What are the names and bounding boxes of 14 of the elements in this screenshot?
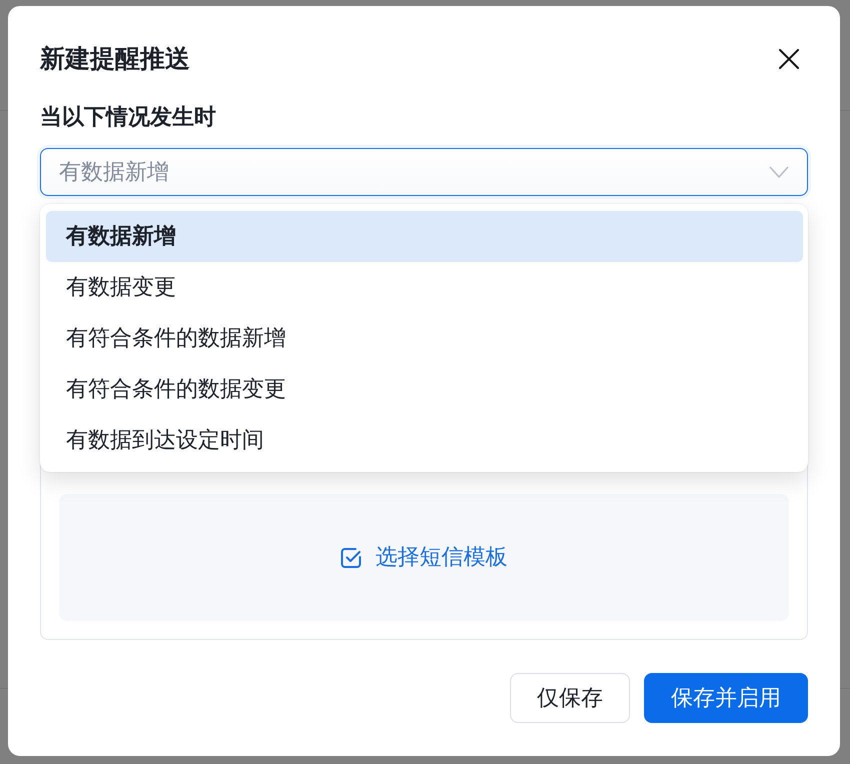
dropdown-option[interactable]: 有数据到达设定时间 <box>46 415 803 466</box>
chevron-down-icon <box>769 166 789 178</box>
checkbox-icon <box>340 548 360 568</box>
dropdown-option[interactable]: 有数据变更 <box>46 262 803 313</box>
close-button[interactable] <box>779 49 799 69</box>
field-label: 当以下情况发生时 <box>40 106 217 130</box>
dropdown-option[interactable]: 有符合条件的数据变更 <box>46 364 803 415</box>
dropdown-option[interactable]: 有符合条件的数据新增 <box>46 313 803 364</box>
dialog-title: 新建提醒推送 <box>40 45 190 73</box>
close-icon <box>779 49 799 69</box>
primary-button[interactable]: 保存并启用 <box>644 673 808 723</box>
dropdown-option[interactable]: 有数据新增 <box>46 211 803 262</box>
secondary-button[interactable]: 仅保存 <box>510 673 630 723</box>
select-template-link[interactable]: 选择短信模板 <box>340 544 508 570</box>
